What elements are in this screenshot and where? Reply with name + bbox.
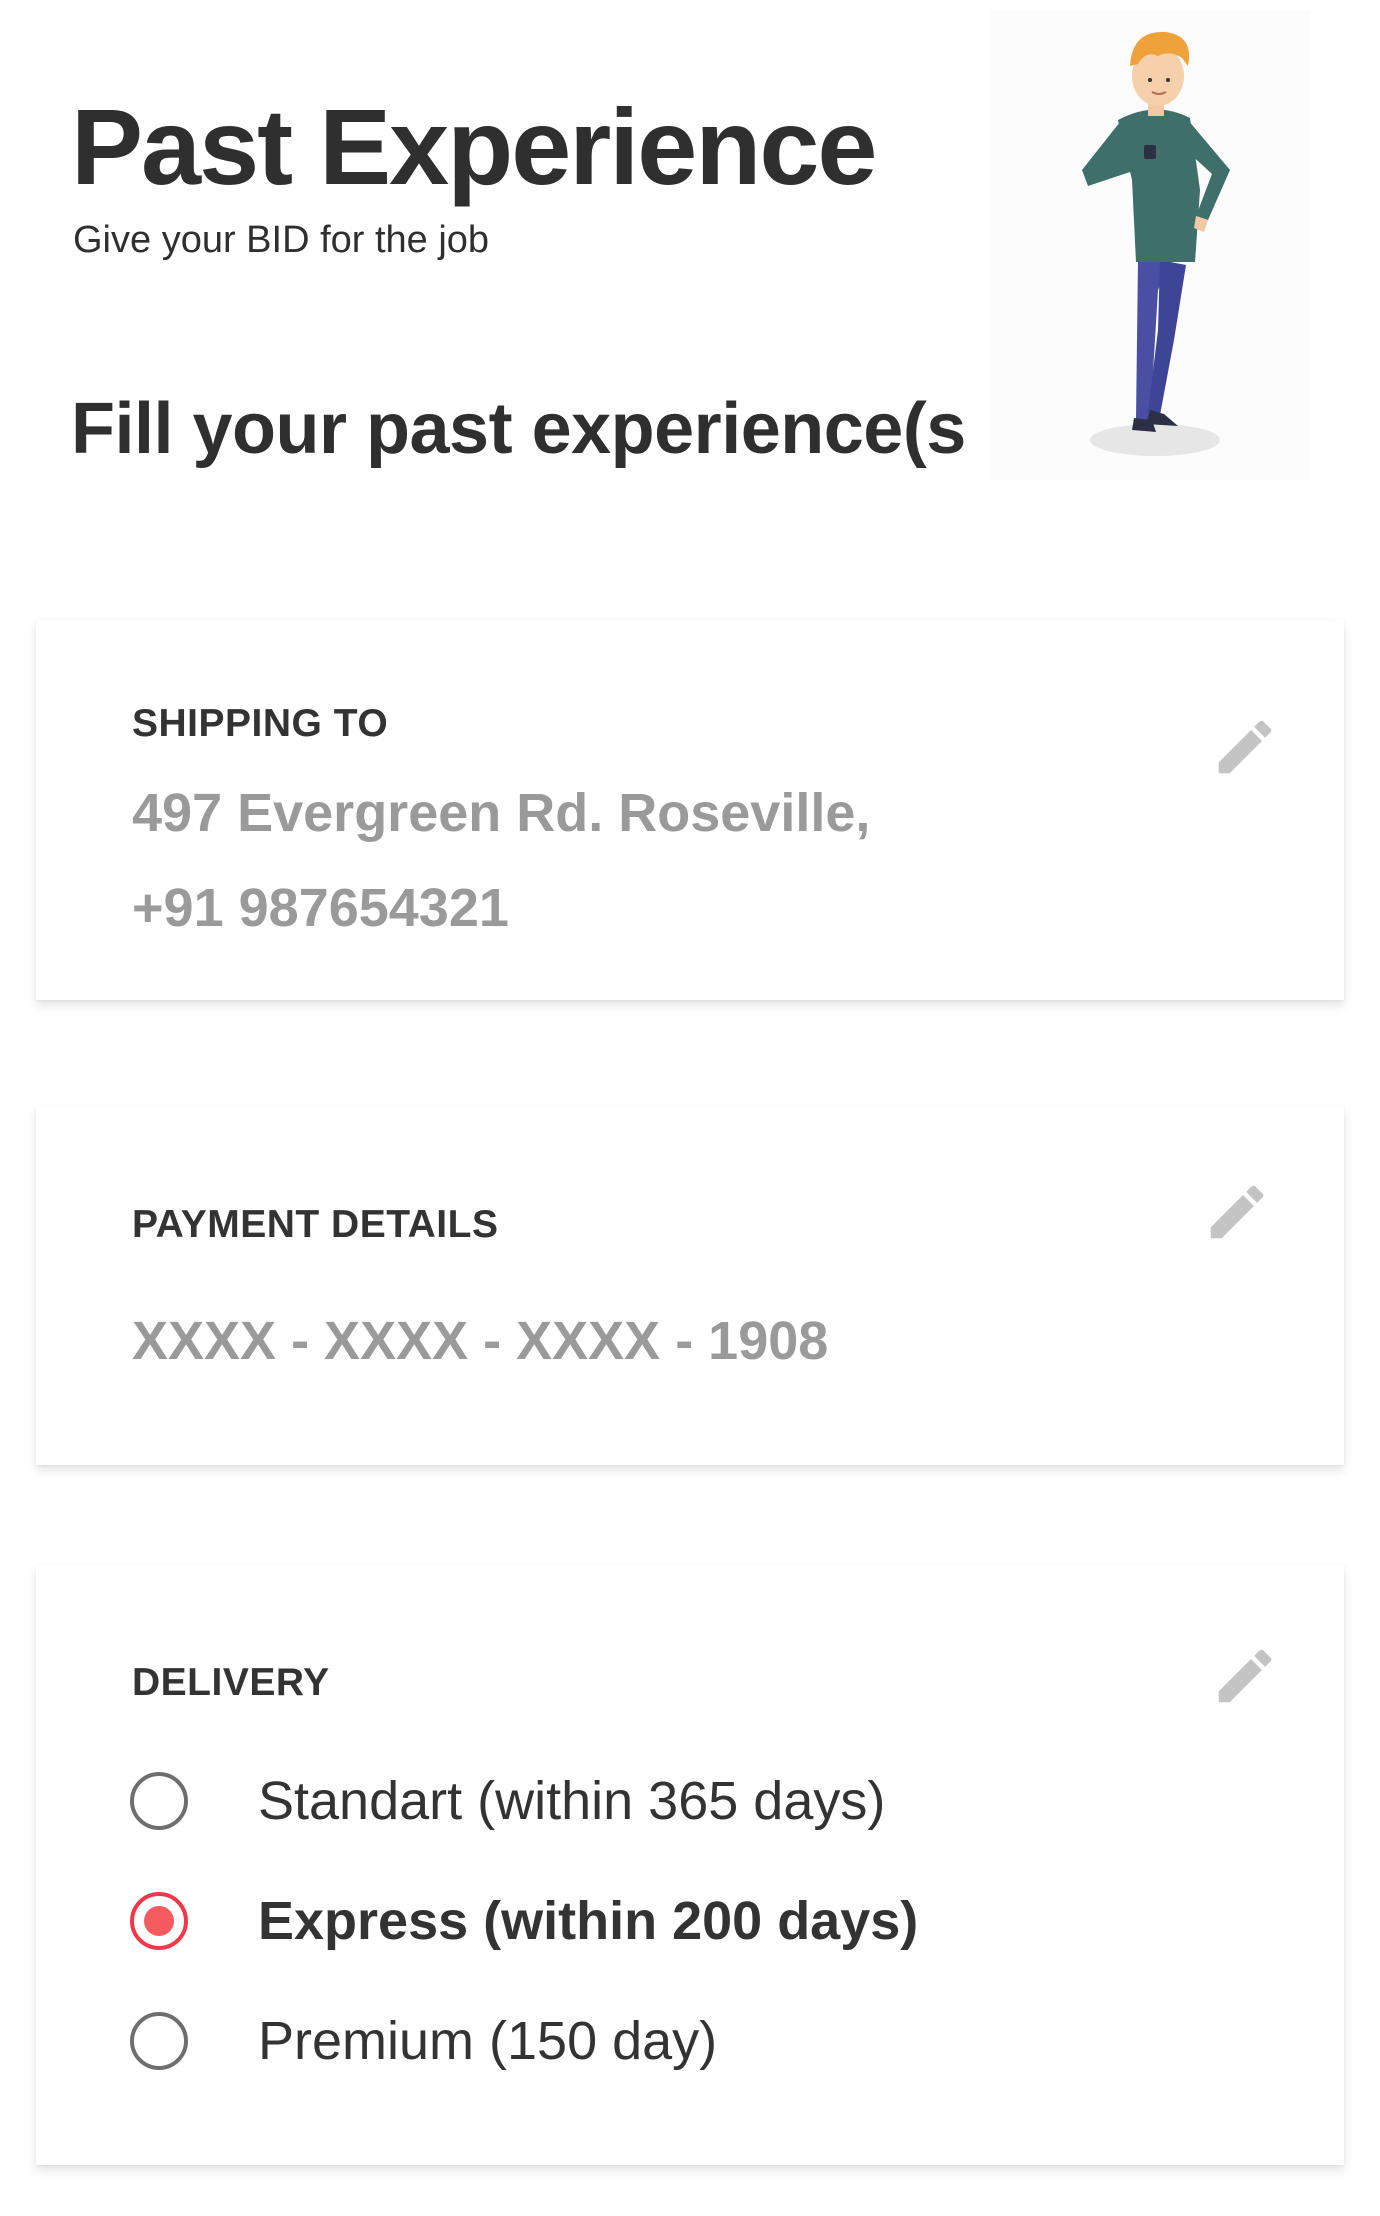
delivery-option-express[interactable]: Express (within 200 days) [130,1888,918,1954]
section-heading: Fill your past experience(s [71,389,966,469]
delivery-option-label: Express (within 200 days) [258,1891,919,1951]
shipping-label: SHIPPING TO [132,702,389,745]
shipping-card: SHIPPING TO 497 Evergreen Rd. Roseville,… [36,620,1344,1000]
delivery-option-label: Standart (within 365 days) [258,1771,886,1831]
pencil-icon [1218,1649,1272,1703]
edit-shipping-button[interactable] [1210,712,1280,782]
page-title: Past Experience [71,86,877,207]
delivery-option-premium[interactable]: Premium (150 day) [130,2008,717,2074]
shipping-phone: +91 987654321 [132,878,509,938]
radio-premium[interactable] [130,2012,188,2070]
page-subtitle: Give your BID for the job [73,219,490,261]
edit-delivery-button[interactable] [1210,1641,1280,1711]
delivery-card: DELIVERY Standart (within 365 days) Expr… [36,1565,1344,2165]
radio-express[interactable] [130,1892,188,1950]
pencil-icon [1210,1185,1264,1239]
delivery-option-standard[interactable]: Standart (within 365 days) [130,1768,885,1834]
pencil-icon [1218,720,1272,774]
person-illustration [990,10,1310,480]
delivery-label: DELIVERY [132,1661,330,1704]
payment-label: PAYMENT DETAILS [132,1203,499,1246]
delivery-option-label: Premium (150 day) [258,2011,718,2071]
shipping-address: 497 Evergreen Rd. Roseville, [132,783,871,843]
payment-card: PAYMENT DETAILS XXXX - XXXX - XXXX - 190… [36,1105,1344,1465]
radio-standard[interactable] [130,1772,188,1830]
payment-card-number: XXXX - XXXX - XXXX - 1908 [132,1311,829,1371]
edit-payment-button[interactable] [1202,1177,1272,1247]
